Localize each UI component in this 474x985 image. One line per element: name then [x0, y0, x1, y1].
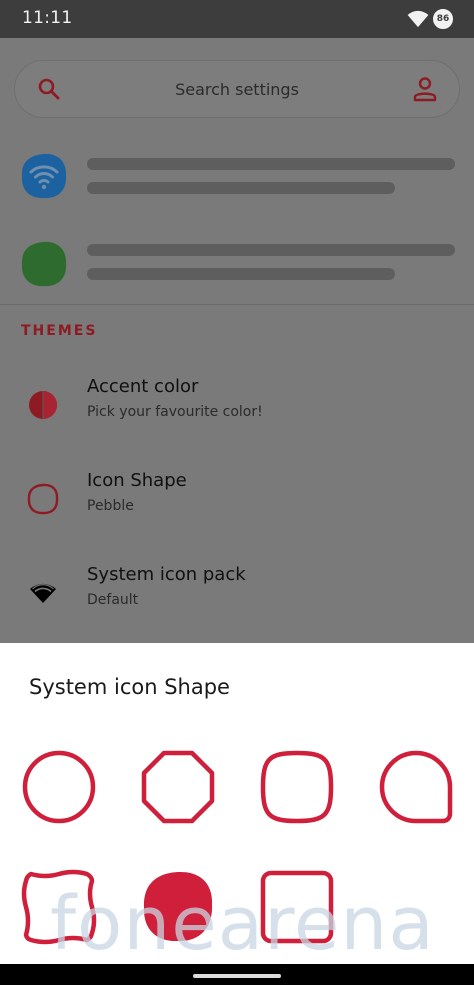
placeholder-bar [87, 268, 395, 280]
placeholder-row-wifi [0, 140, 474, 210]
battery-icon: 86 [433, 9, 453, 29]
wavy-square-shape-option[interactable] [21, 869, 97, 945]
wifi-icon [21, 153, 67, 199]
accent-color-icon [29, 391, 57, 419]
sheet-title: System icon Shape [29, 675, 230, 699]
system-icon-pack-title: System icon pack [87, 564, 246, 585]
wifi-icon [407, 10, 429, 28]
wifi-icon [30, 583, 56, 603]
icon-shape-subtitle: Pebble [87, 498, 134, 514]
system-icon-pack-item[interactable]: System icon pack Default [0, 562, 474, 642]
icon-shape-title: Icon Shape [87, 470, 187, 491]
divider [0, 304, 474, 305]
status-time: 11:11 [22, 8, 73, 28]
system-icon-pack-subtitle: Default [87, 592, 139, 608]
settings-screen: Search settings THEMES Accent color Pick… [0, 38, 474, 643]
teardrop-shape-option[interactable] [378, 749, 454, 825]
square-shape-option[interactable] [259, 869, 335, 945]
search-placeholder[interactable]: Search settings [15, 80, 459, 99]
icon-shape-sheet: System icon Shape fonearena [0, 643, 474, 985]
navigation-bar [0, 964, 474, 985]
search-bar[interactable]: Search settings [14, 60, 460, 118]
pebble-shape-option-selected[interactable] [140, 869, 216, 945]
pebble-shape-icon [27, 483, 59, 515]
circle-shape-option[interactable] [21, 749, 97, 825]
status-bar: 11:11 86 [0, 0, 474, 38]
octagon-shape-option[interactable] [140, 749, 216, 825]
accent-color-subtitle: Pick your favourite color! [87, 404, 263, 420]
watermark: fonearena [50, 881, 435, 967]
squircle-shape-option[interactable] [259, 749, 335, 825]
battery-level: 86 [436, 14, 450, 24]
themes-section-label: THEMES [21, 323, 98, 339]
accent-color-item[interactable]: Accent color Pick your favourite color! [0, 374, 474, 454]
account-icon[interactable] [413, 76, 437, 102]
placeholder-bar [87, 158, 455, 170]
home-gesture-handle[interactable] [193, 974, 281, 978]
placeholder-bar [87, 182, 395, 194]
placeholder-row-green [0, 228, 474, 298]
icon-shape-item[interactable]: Icon Shape Pebble [0, 468, 474, 548]
accent-color-title: Accent color [87, 376, 199, 397]
placeholder-bar [87, 244, 455, 256]
green-app-icon [21, 241, 67, 287]
